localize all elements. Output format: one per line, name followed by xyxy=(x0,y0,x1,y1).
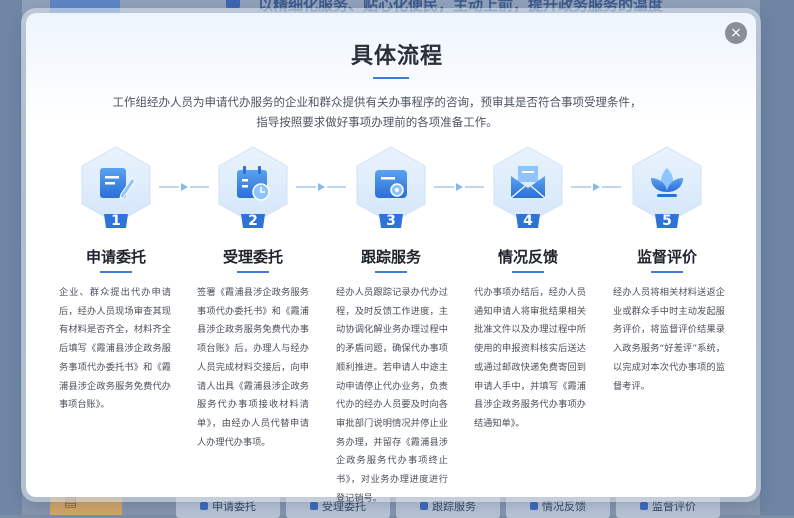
arrow-right-icon xyxy=(296,183,346,191)
step-2-description: 签署《霞浦县涉企政务服务事项代办委托书》和《霞浦县涉企政务服务免费代办事项台账》… xyxy=(197,287,309,448)
step-1-title: 申请委托 xyxy=(85,248,146,266)
background-left-strip xyxy=(0,0,22,515)
step-4-number: 4 xyxy=(523,213,533,229)
background-step-tabs: 申请委托 受理委托 跟踪服务 情况反馈 监督评价 xyxy=(176,494,720,518)
step-5-description: 经办人员将相关材料送返企业或群众手中时主动发起服务评价，将监督评价结果录入政务服… xyxy=(613,287,725,392)
arrow-right-icon xyxy=(434,183,484,191)
background-tab-5[interactable]: 监督评价 xyxy=(616,494,720,518)
step-4-description: 代办事项办结后，经办人员通知申请人将审批结果相关批准文件以及办理过程中所使用的申… xyxy=(474,287,586,429)
tab-icon xyxy=(640,502,648,510)
step-2-title: 受理委托 xyxy=(222,248,283,266)
tab-icon xyxy=(530,502,538,510)
modal-title: 具体流程 xyxy=(350,44,443,69)
arrow-right-icon xyxy=(159,183,209,191)
step-4-title: 情况反馈 xyxy=(497,248,558,266)
tab-icon xyxy=(310,502,318,510)
background-right-strip xyxy=(760,0,794,515)
step-4-underline xyxy=(512,271,544,273)
step-3-title: 跟踪服务 xyxy=(360,248,421,266)
title-underline xyxy=(373,77,409,79)
background-tab-4[interactable]: 情况反馈 xyxy=(506,494,610,518)
background-tab-1[interactable]: 申请委托 xyxy=(176,494,280,518)
arrow-right-icon xyxy=(571,183,621,191)
step-1-description: 企业、群众提出代办申请后，经办人员现场审查其现有材料是否齐全，材料齐全后填写《霞… xyxy=(59,287,171,411)
step-5-number: 5 xyxy=(662,213,672,229)
step-3-number: 3 xyxy=(386,213,396,229)
step-1-underline xyxy=(100,271,132,273)
step-3-underline xyxy=(375,271,407,273)
step-3-description: 经办人员跟踪记录办代办过程，及时反馈工作进度，主动协调化解业务办理过程中的矛盾问… xyxy=(336,287,448,504)
step-5-underline xyxy=(651,271,683,273)
background-top-tab xyxy=(50,0,120,14)
step-1-number: 1 xyxy=(111,213,121,229)
tab-icon xyxy=(200,502,208,510)
header-flag-icon xyxy=(226,0,240,8)
step-2-underline xyxy=(237,271,269,273)
step-5-title: 监督评价 xyxy=(636,248,697,266)
step-2-number: 2 xyxy=(248,213,258,229)
modal-intro: 工作组经办人员为申请代办服务的企业和群众提供有关办事程序的咨询，预审其是否符合事… xyxy=(112,95,642,129)
